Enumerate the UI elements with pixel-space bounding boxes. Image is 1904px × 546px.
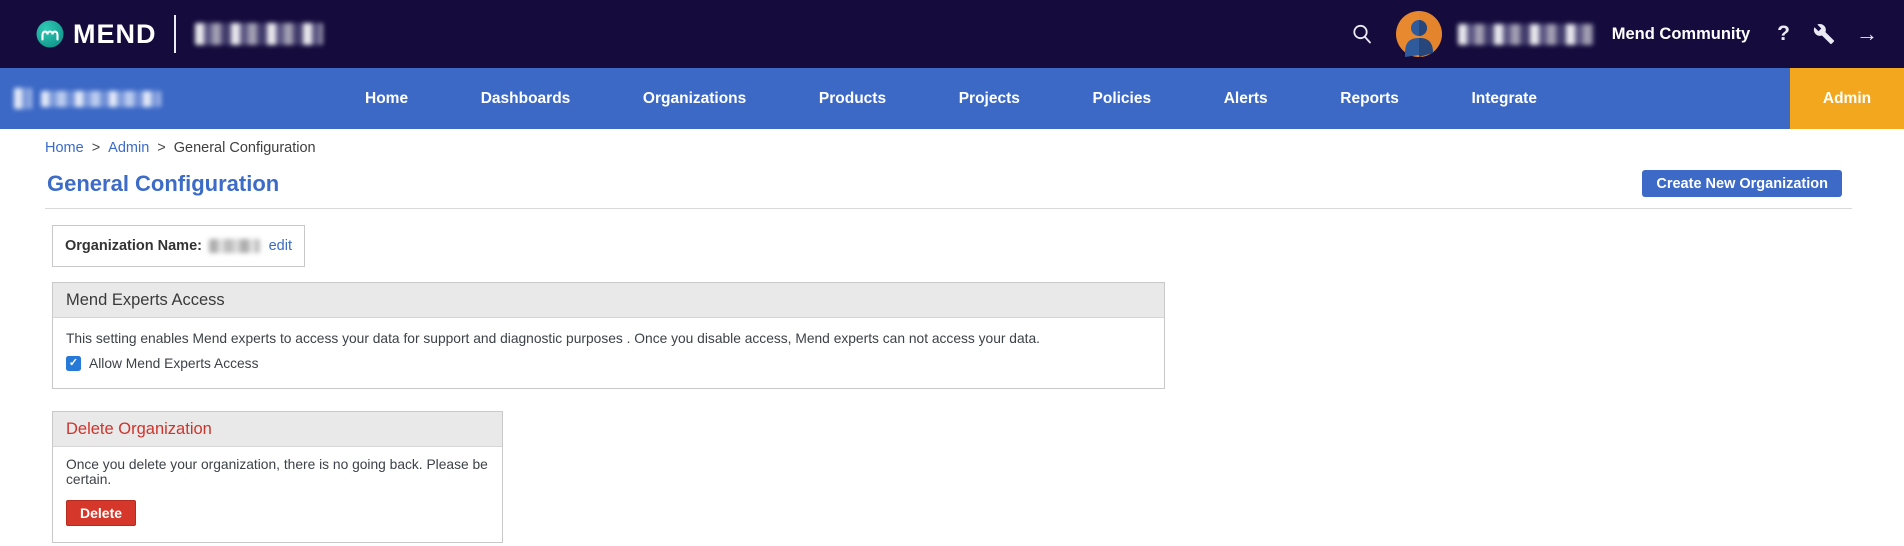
breadcrumb: Home > Admin > General Configuration	[45, 129, 1859, 156]
redacted-username[interactable]	[1458, 24, 1594, 45]
page-title: General Configuration	[47, 171, 279, 197]
nav-item-projects[interactable]: Projects	[959, 90, 1020, 108]
organization-name-panel: Organization Name: edit	[52, 225, 305, 267]
delete-description: Once you delete your organization, there…	[66, 457, 489, 487]
nav-item-admin-active[interactable]: Admin	[1790, 68, 1904, 129]
experts-panel-header: Mend Experts Access	[53, 283, 1164, 318]
delete-organization-panel: Delete Organization Once you delete your…	[52, 411, 503, 543]
topbar-right: Mend Community ? →	[1350, 11, 1878, 57]
general-configuration-page: MEND Mend Community	[0, 0, 1904, 546]
nav-item-alerts[interactable]: Alerts	[1224, 90, 1268, 108]
nav-item-organizations[interactable]: Organizations	[643, 90, 746, 108]
redacted-account-name	[195, 23, 323, 45]
redacted-org-name	[41, 91, 161, 107]
experts-description: This setting enables Mend experts to acc…	[66, 331, 1151, 346]
brand-name: MEND	[73, 19, 157, 50]
allow-experts-checkbox[interactable]: ✓	[66, 356, 81, 371]
nav-item-reports[interactable]: Reports	[1340, 90, 1399, 108]
mend-community-link[interactable]: Mend Community	[1612, 25, 1750, 44]
breadcrumb-admin-link[interactable]: Admin	[108, 140, 149, 156]
nav-item-integrate[interactable]: Integrate	[1472, 90, 1537, 108]
allow-experts-row: ✓ Allow Mend Experts Access	[66, 356, 1151, 371]
edit-organization-name-link[interactable]: edit	[269, 238, 292, 254]
nav-items: Home Dashboards Organizations Products P…	[365, 68, 1537, 129]
create-new-organization-button[interactable]: Create New Organization	[1642, 170, 1842, 197]
logout-arrow-icon[interactable]: →	[1856, 21, 1878, 47]
topbar: MEND Mend Community	[0, 0, 1904, 68]
breadcrumb-separator: >	[157, 140, 165, 156]
brand-divider	[174, 15, 176, 53]
brand: MEND	[36, 15, 323, 53]
breadcrumb-separator: >	[92, 140, 100, 156]
help-icon[interactable]: ?	[1777, 22, 1790, 46]
title-divider	[45, 208, 1852, 209]
delete-panel-header: Delete Organization	[53, 412, 502, 447]
nav-item-products[interactable]: Products	[819, 90, 886, 108]
mend-logo-icon	[36, 20, 64, 48]
avatar[interactable]	[1396, 11, 1442, 57]
main-navbar: Home Dashboards Organizations Products P…	[0, 68, 1904, 129]
redacted-organization-name-value	[209, 239, 260, 253]
nav-item-dashboards[interactable]: Dashboards	[481, 90, 571, 108]
breadcrumb-home-link[interactable]: Home	[45, 140, 84, 156]
main-content: Home > Admin > General Configuration Gen…	[0, 129, 1904, 543]
breadcrumb-current: General Configuration	[174, 140, 316, 156]
delete-button[interactable]: Delete	[66, 500, 136, 526]
wrench-icon[interactable]	[1813, 23, 1835, 45]
experts-panel-body: This setting enables Mend experts to acc…	[53, 318, 1164, 388]
mend-experts-access-panel: Mend Experts Access This setting enables…	[52, 282, 1165, 389]
allow-experts-label: Allow Mend Experts Access	[89, 356, 258, 371]
search-icon[interactable]	[1350, 22, 1374, 46]
delete-panel-body: Once you delete your organization, there…	[53, 447, 502, 542]
org-selector[interactable]	[14, 68, 161, 129]
nav-item-policies[interactable]: Policies	[1093, 90, 1152, 108]
organization-name-label: Organization Name:	[65, 238, 202, 254]
nav-item-home[interactable]: Home	[365, 90, 408, 108]
org-icon	[14, 88, 32, 109]
title-row: General Configuration Create New Organiz…	[45, 170, 1859, 197]
